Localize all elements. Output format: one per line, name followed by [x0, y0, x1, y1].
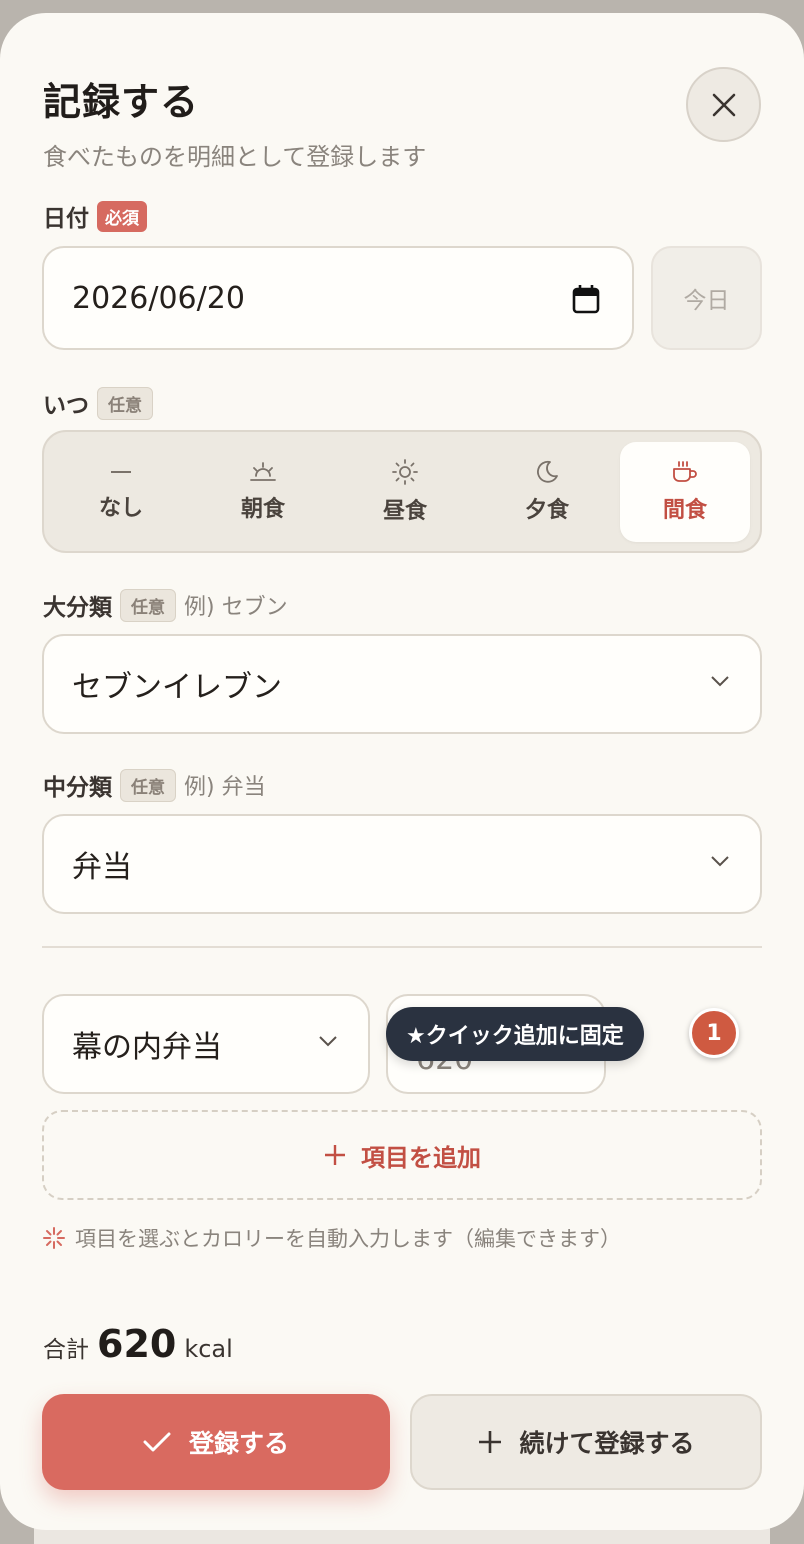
auto-fill-note: 項目を選ぶとカロリーを自動入力します（編集できます）	[43, 1223, 621, 1253]
mid-category-label: 中分類	[43, 775, 112, 801]
total-unit: kcal	[184, 1335, 233, 1363]
plus-icon	[325, 1145, 345, 1165]
submit-continue-label: 続けて登録する	[519, 1429, 695, 1458]
close-icon	[712, 93, 735, 116]
major-category-value: セブンイレブン	[72, 670, 282, 705]
close-button[interactable]	[686, 67, 761, 142]
submit-label: 登録する	[188, 1429, 289, 1458]
check-icon	[143, 1432, 171, 1452]
submit-continue-button[interactable]: 続けて登録する	[410, 1394, 762, 1490]
record-sheet: 記録する 食べたものを明細として登録します 日付 必須 2026/06/20 今…	[0, 13, 804, 1530]
major-category-hint: 例) セブン	[184, 595, 288, 620]
add-item-button[interactable]: 項目を追加	[42, 1110, 762, 1200]
major-category-select[interactable]: セブンイレブン	[42, 634, 762, 734]
sparkle-icon	[43, 1227, 65, 1249]
mid-category-label-row: 中分類 任意 例) 弁当	[43, 768, 266, 802]
optional-badge: 任意	[120, 588, 176, 622]
chevron-down-icon	[319, 1036, 337, 1047]
date-label-row: 日付 必須	[43, 199, 147, 233]
meal-option-dinner[interactable]: 夕食	[482, 442, 612, 542]
add-item-label: 項目を追加	[361, 1143, 481, 1172]
cup-icon	[673, 461, 697, 482]
calendar-icon[interactable]	[572, 284, 600, 314]
major-category-label-row: 大分類 任意 例) セブン	[43, 588, 288, 622]
chevron-down-icon	[711, 676, 729, 687]
meal-option-snack[interactable]: 間食	[620, 442, 750, 542]
meal-option-none[interactable]: なし	[56, 442, 186, 542]
date-value: 2026/06/20	[72, 280, 245, 316]
total-label: 合計	[43, 1337, 89, 1363]
plus-icon	[479, 1431, 502, 1453]
sun-icon	[392, 459, 418, 485]
auto-fill-note-text: 項目を選ぶとカロリーを自動入力します（編集できます）	[75, 1227, 621, 1251]
date-label: 日付	[43, 206, 89, 232]
mid-category-select[interactable]: 弁当	[42, 814, 762, 914]
optional-badge: 任意	[97, 386, 153, 420]
today-button[interactable]: 今日	[651, 246, 762, 350]
total-row: 合計 620 kcal	[43, 1322, 233, 1366]
meal-option-lunch[interactable]: 昼食	[340, 442, 470, 542]
quick-add-pin-tooltip[interactable]: ★クイック追加に固定	[386, 1007, 644, 1061]
meal-selector: なし 朝食 昼食 夕食 間食	[42, 430, 762, 553]
when-label: いつ	[43, 393, 89, 419]
required-badge: 必須	[97, 200, 147, 232]
when-label-row: いつ 任意	[43, 386, 153, 420]
meal-option-breakfast[interactable]: 朝食	[198, 442, 328, 542]
submit-button[interactable]: 登録する	[42, 1394, 390, 1490]
major-category-label: 大分類	[43, 595, 112, 621]
divider	[42, 946, 762, 948]
moon-icon	[537, 460, 558, 483]
page-subtitle: 食べたものを明細として登録します	[43, 143, 427, 171]
dash-icon	[111, 471, 131, 473]
step-badge: 1	[689, 1008, 739, 1058]
sunrise-icon	[250, 462, 276, 481]
optional-badge: 任意	[120, 768, 176, 802]
page-title: 記録する	[43, 80, 200, 124]
mid-category-value: 弁当	[72, 850, 132, 885]
item-select[interactable]: 幕の内弁当	[42, 994, 370, 1094]
item-name-value: 幕の内弁当	[72, 1030, 222, 1065]
date-input[interactable]: 2026/06/20	[42, 246, 634, 350]
chevron-down-icon	[711, 856, 729, 867]
total-value: 620	[97, 1322, 177, 1366]
mid-category-hint: 例) 弁当	[184, 775, 266, 800]
